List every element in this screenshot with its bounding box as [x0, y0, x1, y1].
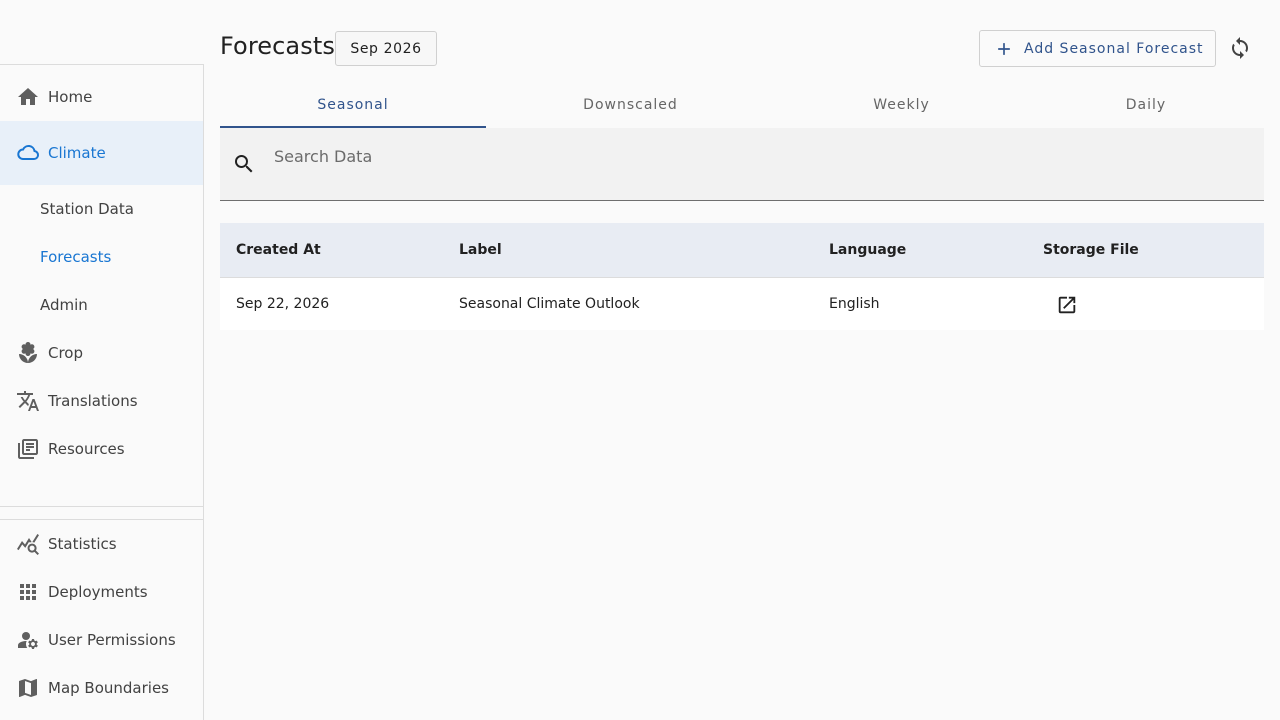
sidebar-subitem-forecasts[interactable]: Forecasts — [0, 233, 203, 281]
sidebar: Home Climate Station Data Forecasts Admi… — [0, 64, 204, 720]
library-books-icon — [16, 437, 40, 461]
sidebar-item-map-boundaries[interactable]: Map Boundaries — [0, 664, 203, 712]
date-picker-chip[interactable]: Sep 2026 — [335, 31, 437, 66]
search-icon — [232, 152, 256, 176]
cloud-icon — [16, 141, 40, 165]
search-box — [220, 128, 1264, 201]
tab-weekly[interactable]: Weekly — [775, 82, 1028, 128]
search-input[interactable] — [274, 142, 1174, 170]
sidebar-subitem-station-data[interactable]: Station Data — [0, 185, 203, 233]
plus-icon — [994, 39, 1014, 59]
sidebar-item-home[interactable]: Home — [0, 73, 203, 121]
sidebar-item-label: Deployments — [48, 583, 148, 601]
sidebar-item-label: Resources — [48, 440, 125, 458]
tab-seasonal[interactable]: Seasonal — [220, 82, 486, 128]
column-header-language[interactable]: Language — [829, 242, 906, 258]
sidebar-item-label: Admin — [40, 296, 88, 314]
add-seasonal-forecast-button[interactable]: Add Seasonal Forecast — [979, 30, 1216, 67]
cell-created-at: Sep 22, 2026 — [236, 296, 330, 312]
sidebar-item-label: Translations — [48, 392, 138, 410]
sidebar-divider — [0, 506, 203, 507]
add-seasonal-forecast-label: Add Seasonal Forecast — [1024, 40, 1204, 57]
sidebar-item-statistics[interactable]: Statistics — [0, 520, 203, 568]
map-icon — [16, 676, 40, 700]
home-icon — [16, 85, 40, 109]
sidebar-item-crop[interactable]: Crop — [0, 329, 203, 377]
open-in-new-icon[interactable] — [1056, 294, 1078, 316]
sprout-icon — [16, 341, 40, 365]
cell-language: English — [829, 296, 880, 312]
sidebar-item-label: Home — [48, 88, 93, 106]
sidebar-subitem-admin[interactable]: Admin — [0, 281, 203, 329]
manage-accounts-icon — [16, 628, 40, 652]
sidebar-item-label: Forecasts — [40, 248, 112, 266]
sidebar-item-climate[interactable]: Climate — [0, 121, 203, 185]
sidebar-item-label: Climate — [48, 144, 106, 162]
sidebar-item-label: Crop — [48, 344, 84, 362]
table-header: Created At Label Language Storage File — [220, 223, 1264, 278]
cell-label: Seasonal Climate Outlook — [459, 296, 640, 312]
sidebar-item-label: User Permissions — [48, 631, 176, 649]
sidebar-item-translations[interactable]: Translations — [0, 377, 203, 425]
column-header-label[interactable]: Label — [459, 242, 502, 258]
table-row[interactable]: Sep 22, 2026 Seasonal Climate Outlook En… — [220, 278, 1264, 330]
sidebar-item-deployments[interactable]: Deployments — [0, 568, 203, 616]
apps-grid-icon — [16, 580, 40, 604]
sidebar-item-label: Map Boundaries — [48, 679, 169, 697]
sidebar-item-label: Statistics — [48, 535, 117, 553]
column-header-storage-file[interactable]: Storage File — [1043, 242, 1139, 258]
refresh-icon[interactable] — [1228, 36, 1252, 60]
tab-daily[interactable]: Daily — [1028, 82, 1264, 128]
sidebar-item-resources[interactable]: Resources — [0, 425, 203, 473]
query-stats-icon — [16, 532, 40, 556]
page-title: Forecasts — [220, 32, 335, 60]
sidebar-item-user-permissions[interactable]: User Permissions — [0, 616, 203, 664]
column-header-created-at[interactable]: Created At — [236, 242, 321, 258]
tab-downscaled[interactable]: Downscaled — [486, 82, 775, 128]
translate-icon — [16, 389, 40, 413]
sidebar-item-label: Station Data — [40, 200, 134, 218]
